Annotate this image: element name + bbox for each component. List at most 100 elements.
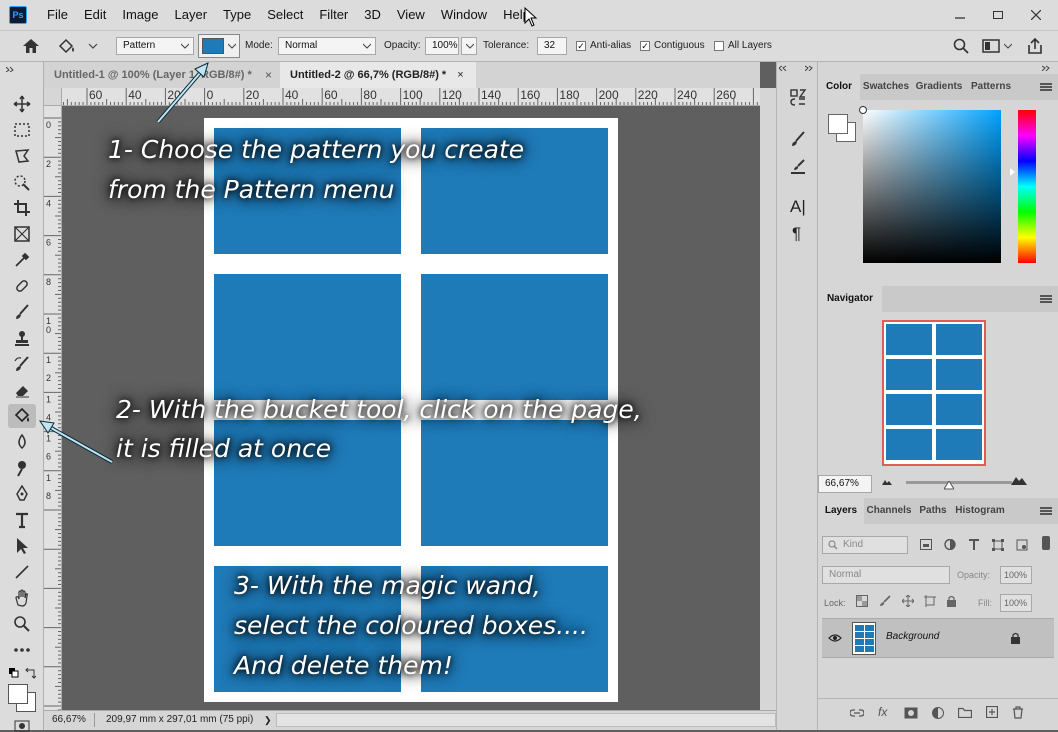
tab-close-button[interactable]: × — [457, 69, 463, 81]
lock-all-icon[interactable] — [946, 595, 957, 607]
layer-opacity-input[interactable]: 100% — [1000, 566, 1032, 584]
brushes-icon[interactable] — [789, 158, 807, 176]
pen-tool[interactable] — [8, 482, 36, 506]
collapse-chevrons-icon[interactable] — [805, 65, 815, 71]
adjustment-layer-icon[interactable] — [932, 707, 944, 719]
menu-window[interactable]: Window — [433, 0, 495, 30]
character-panel-icon[interactable]: A| — [790, 197, 806, 217]
type-tool[interactable] — [8, 508, 36, 532]
maximize-button[interactable] — [982, 5, 1014, 25]
hue-slider[interactable] — [1010, 110, 1036, 263]
clone-stamp-tool[interactable] — [8, 326, 36, 350]
filter-adjustment-icon[interactable] — [944, 539, 956, 550]
contiguous-checkbox[interactable]: ✓ — [640, 41, 650, 51]
tool-preset-picker[interactable] — [56, 35, 106, 57]
navigator-zoom-input[interactable]: 66,67% — [818, 475, 872, 493]
mode-select[interactable]: Normal — [278, 37, 376, 55]
layer-row-background[interactable]: Background — [822, 618, 1054, 658]
tab-layers[interactable]: Layers — [818, 498, 864, 524]
eyedropper-tool[interactable] — [8, 248, 36, 272]
tab-histogram[interactable]: Histogram — [952, 498, 1008, 524]
pattern-box[interactable] — [421, 274, 608, 400]
hand-tool[interactable] — [8, 586, 36, 610]
history-panel-icon[interactable] — [789, 88, 807, 106]
vertical-scrollbar[interactable] — [760, 88, 776, 710]
filter-type-icon[interactable] — [968, 539, 980, 551]
color-field[interactable] — [859, 106, 1001, 263]
quick-selection-tool[interactable] — [8, 170, 36, 194]
zoom-in-icon[interactable] — [1011, 475, 1027, 486]
expand-chevrons-icon[interactable] — [779, 65, 789, 71]
eye-visibility-icon[interactable] — [828, 633, 842, 643]
more-tools[interactable] — [8, 638, 36, 662]
quick-mask-icon[interactable] — [14, 720, 30, 732]
minimize-button[interactable] — [944, 5, 976, 25]
panel-menu-icon[interactable] — [1040, 83, 1052, 91]
chevron-down-icon[interactable] — [1004, 43, 1012, 49]
lasso-tool[interactable] — [8, 144, 36, 168]
tab-close-button[interactable]: × — [262, 68, 276, 82]
share-icon[interactable] — [1026, 37, 1044, 55]
hue-slider-handle[interactable] — [1010, 168, 1015, 176]
lock-pixels-brush-icon[interactable] — [879, 595, 891, 607]
tolerance-input[interactable]: 32 — [537, 37, 567, 55]
close-window-button[interactable] — [1020, 5, 1052, 25]
layer-fill-input[interactable]: 100% — [1000, 594, 1032, 612]
default-colors-icon[interactable] — [9, 668, 19, 678]
new-group-folder-icon[interactable] — [958, 707, 972, 718]
tab-swatches[interactable]: Swatches — [860, 74, 912, 100]
fill-source-select[interactable]: Pattern — [116, 37, 194, 55]
filter-pixel-icon[interactable] — [920, 539, 932, 550]
opacity-dropdown[interactable] — [461, 37, 477, 55]
healing-brush-tool[interactable] — [8, 274, 36, 298]
trash-delete-icon[interactable] — [1012, 706, 1024, 719]
add-mask-icon[interactable] — [904, 707, 918, 719]
opacity-input[interactable]: 100% — [425, 37, 459, 55]
move-tool[interactable] — [8, 92, 36, 116]
menu-3d[interactable]: 3D — [356, 0, 389, 30]
panel-menu-icon[interactable] — [1040, 295, 1052, 303]
brush-tool[interactable] — [8, 300, 36, 324]
line-tool[interactable] — [8, 560, 36, 584]
search-icon[interactable] — [953, 38, 969, 54]
tab-untitled-2[interactable]: Untitled-2 @ 66,7% (RGB/8#) * × — [280, 62, 476, 88]
home-icon[interactable] — [22, 38, 40, 54]
blend-mode-select[interactable]: Normal — [822, 566, 950, 584]
filter-toggle[interactable] — [1042, 536, 1050, 550]
menu-select[interactable]: Select — [259, 0, 311, 30]
antialias-checkbox[interactable]: ✓ — [576, 41, 586, 51]
menu-view[interactable]: View — [389, 0, 433, 30]
tab-paths[interactable]: Paths — [914, 498, 952, 524]
tab-color[interactable]: Color — [818, 74, 860, 100]
layer-kind-filter[interactable]: Kind — [822, 536, 908, 554]
navigator-zoom-slider[interactable] — [906, 481, 1012, 490]
zoom-out-icon[interactable] — [882, 478, 892, 486]
path-selection-tool[interactable] — [8, 534, 36, 558]
crop-tool[interactable] — [8, 196, 36, 220]
pattern-picker[interactable] — [198, 34, 240, 58]
dodge-tool[interactable] — [8, 456, 36, 480]
menu-type[interactable]: Type — [215, 0, 259, 30]
brush-settings-icon[interactable] — [789, 130, 807, 148]
new-layer-icon[interactable] — [986, 706, 998, 718]
marquee-tool[interactable] — [8, 118, 36, 142]
menu-image[interactable]: Image — [114, 0, 166, 30]
layer-name[interactable]: Background — [886, 631, 939, 642]
pattern-box[interactable] — [421, 420, 608, 546]
pattern-box[interactable] — [214, 274, 401, 400]
panel-menu-icon[interactable] — [1040, 507, 1052, 515]
history-brush-tool[interactable] — [8, 352, 36, 376]
lock-position-move-icon[interactable] — [902, 595, 914, 607]
filter-shape-icon[interactable] — [992, 539, 1004, 551]
menu-edit[interactable]: Edit — [76, 0, 114, 30]
layer-style-button[interactable]: fx — [878, 705, 887, 719]
tab-navigator[interactable]: Navigator — [818, 286, 882, 312]
horizontal-scrollbar[interactable] — [276, 713, 776, 727]
paragraph-panel-icon[interactable]: ¶ — [792, 224, 801, 244]
menu-layer[interactable]: Layer — [167, 0, 216, 30]
frame-tool[interactable] — [8, 222, 36, 246]
workspace-icon[interactable] — [982, 38, 1000, 54]
lock-transparent-icon[interactable] — [856, 595, 868, 607]
filter-smart-object-icon[interactable] — [1016, 539, 1028, 551]
paint-bucket-tool[interactable] — [8, 404, 36, 428]
